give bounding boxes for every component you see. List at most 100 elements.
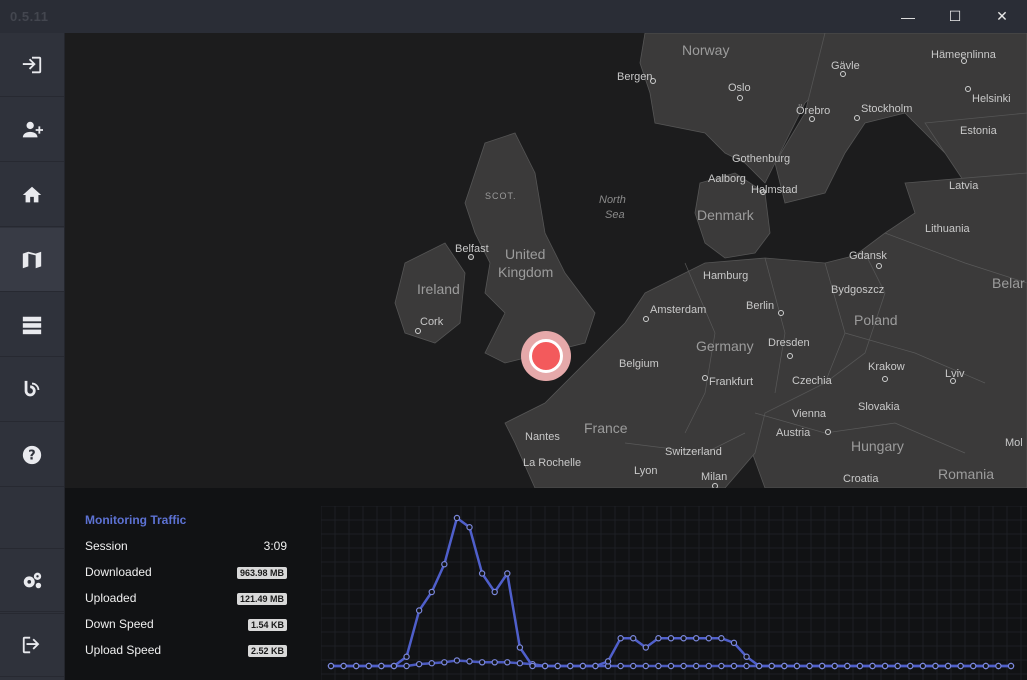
upload-speed-value: 2.52 KB — [247, 645, 287, 657]
traffic-data-point — [567, 662, 574, 670]
login-button[interactable] — [0, 33, 64, 97]
traffic-data-point — [781, 662, 788, 670]
traffic-data-point — [617, 635, 624, 642]
traffic-data-point — [793, 662, 801, 670]
traffic-data-point — [478, 570, 486, 577]
traffic-data-point — [516, 660, 524, 667]
city-dot — [778, 310, 784, 316]
traffic-data-point — [655, 635, 662, 642]
map-label-ireland: Ireland — [417, 281, 460, 297]
home-icon — [22, 186, 42, 202]
city-label-lyon: Lyon — [634, 465, 658, 477]
city-label-belfast: Belfast — [455, 243, 489, 255]
traffic-data-point — [491, 588, 498, 596]
map-label-norway: Norway — [682, 42, 730, 58]
city-label-berlin: Berlin — [746, 300, 775, 312]
minimize-button[interactable]: — — [885, 0, 931, 33]
downloaded-label: Downloaded — [85, 565, 152, 579]
traffic-data-point — [655, 662, 662, 670]
city-label-frankfurt: Frankfurt — [709, 376, 754, 388]
downloaded-row: Downloaded 963.98 MB — [85, 565, 287, 591]
city-label-gdansk: Gdansk — [849, 250, 887, 262]
session-row: Session 3:09 — [85, 539, 287, 565]
map-label-north-sea-line2: Sea — [605, 209, 625, 221]
city-dot — [882, 376, 888, 382]
traffic-panel: Monitoring Traffic Session 3:09 Download… — [65, 488, 1027, 680]
city-dot — [965, 86, 971, 92]
map-label-moldova: Mol — [1005, 437, 1023, 449]
city-dot — [737, 95, 743, 101]
server-list-button[interactable] — [0, 293, 64, 357]
map-label-north-sea-line1: North — [599, 194, 626, 206]
map-button[interactable] — [0, 228, 64, 292]
upload-speed-row: Upload Speed 2.52 KB — [85, 643, 287, 669]
map-label-croatia: Croatia — [843, 473, 879, 485]
downloaded-value: 963.98 MB — [236, 567, 287, 579]
traffic-data-point — [856, 662, 864, 670]
city-label-krakow: Krakow — [868, 361, 905, 373]
traffic-data-point — [944, 662, 952, 670]
traffic-data-point — [768, 662, 775, 670]
map-label-germany: Germany — [696, 338, 754, 354]
down-speed-value: 1.54 KB — [247, 619, 287, 631]
traffic-data-point — [428, 660, 435, 667]
sidebar: ? — [0, 33, 65, 680]
help-button[interactable]: ? — [0, 423, 64, 487]
traffic-data-point — [1007, 662, 1015, 670]
city-dot — [825, 429, 831, 435]
settings-button[interactable] — [0, 548, 64, 612]
app-version: 0.5.11 — [10, 9, 49, 24]
traffic-data-point — [705, 635, 712, 642]
traffic-data-point — [504, 570, 511, 577]
traffic-data-point — [982, 662, 990, 670]
svg-text:?: ? — [28, 448, 35, 463]
traffic-stats: Monitoring Traffic Session 3:09 Download… — [85, 513, 287, 669]
connection-location-marker[interactable] — [521, 331, 571, 381]
city-label-hamburg: Hamburg — [703, 270, 749, 282]
traffic-data-point — [403, 662, 410, 670]
traffic-data-point — [491, 659, 498, 666]
close-button[interactable]: ✕ — [979, 0, 1025, 33]
traffic-data-point — [554, 662, 561, 670]
traffic-data-point — [970, 662, 977, 670]
traffic-data-point — [642, 662, 650, 670]
traffic-data-point — [466, 658, 473, 665]
add-user-button[interactable] — [0, 98, 64, 162]
traffic-data-point — [441, 659, 448, 666]
add-user-icon — [22, 121, 43, 137]
logout-button[interactable] — [0, 613, 64, 677]
city-label-halmstad: Halmstad — [751, 184, 798, 196]
blog-button[interactable] — [0, 358, 64, 422]
traffic-data-point — [340, 662, 347, 670]
traffic-title: Monitoring Traffic — [85, 513, 187, 527]
title-bar: 0.5.11 — ☐ ✕ — [0, 0, 1027, 33]
traffic-data-point — [365, 662, 372, 670]
map-label-scotland: SCOT. — [485, 191, 517, 201]
traffic-data-point — [466, 524, 473, 531]
map-view[interactable]: Norway Denmark United Kingdom Ireland Ge… — [65, 33, 1027, 488]
session-value: 3:09 — [263, 539, 287, 553]
map-label-latvia: Latvia — [949, 180, 979, 192]
traffic-data-point — [378, 662, 385, 670]
uploaded-row: Uploaded 121.49 MB — [85, 591, 287, 617]
traffic-data-point — [869, 662, 876, 670]
upload-speed-label: Upload Speed — [85, 643, 162, 657]
map-label-denmark: Denmark — [697, 207, 754, 223]
city-dot — [854, 115, 860, 121]
city-label-lviv: Lviv — [945, 368, 965, 380]
traffic-data-point — [516, 644, 524, 651]
city-label-vienna: Vienna — [792, 408, 827, 420]
city-dot — [787, 353, 793, 359]
map-label-uk-line2: Kingdom — [498, 264, 554, 280]
map-label-belarus: Belar — [992, 275, 1025, 291]
traffic-data-point — [932, 662, 939, 670]
traffic-data-point — [529, 662, 536, 670]
traffic-chart — [321, 506, 1027, 680]
map-label-uk-line1: United — [505, 246, 546, 262]
traffic-data-point — [428, 588, 435, 596]
traffic-data-point — [755, 662, 763, 670]
city-label-orebro: Örebro — [796, 105, 831, 117]
traffic-data-point — [957, 662, 964, 670]
home-button[interactable] — [0, 163, 64, 227]
maximize-button[interactable]: ☐ — [932, 0, 978, 33]
